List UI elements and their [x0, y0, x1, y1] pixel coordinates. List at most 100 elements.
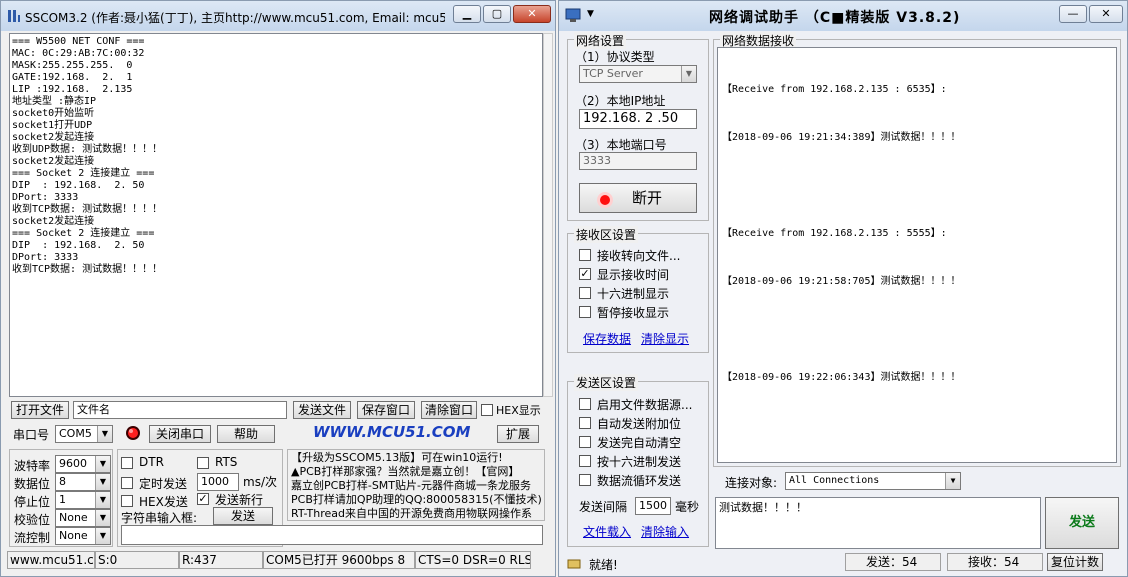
auto-append-checkbox[interactable]	[579, 417, 591, 429]
netassist-title: 网络调试助手 （C■精装版 V3.8.2)	[709, 10, 961, 26]
port-select[interactable]: COM5 ▼	[55, 425, 113, 443]
show-recv-time-label: 显示接收时间	[597, 268, 670, 282]
hex-display-checkbox[interactable]	[481, 404, 493, 416]
recv-line	[722, 178, 1112, 194]
send-file-button[interactable]: 发送文件	[293, 401, 351, 419]
databits-select[interactable]: 8 ▼	[55, 473, 111, 491]
chevron-down-icon[interactable]: ▼	[95, 474, 110, 490]
loop-send-checkbox[interactable]	[579, 474, 591, 486]
baud-label: 波特率	[14, 459, 51, 473]
ad-line[interactable]: RT-Thread来自中国的开源免费商用物联网操作系	[291, 507, 543, 521]
local-ip-input[interactable]: 192.168. 2 .50	[579, 109, 697, 129]
status-ready: 就绪!	[589, 558, 618, 572]
open-file-button[interactable]: 打开文件	[11, 401, 69, 419]
string-input[interactable]	[121, 525, 543, 545]
chevron-down-icon[interactable]: ▼	[95, 528, 110, 544]
parity-select[interactable]: None ▼	[55, 509, 111, 527]
clear-input-link[interactable]: 清除输入	[641, 523, 689, 540]
send-button[interactable]: 发送	[213, 507, 273, 525]
port-label: 串口号	[13, 428, 50, 442]
send-interval-input[interactable]: 1500	[635, 497, 671, 515]
pause-recv-checkbox[interactable]	[579, 306, 591, 318]
dtr-checkbox[interactable]	[121, 457, 133, 469]
baud-select[interactable]: 9600 ▼	[55, 455, 111, 473]
reset-count-button[interactable]: 复位计数	[1047, 553, 1103, 571]
auto-append-label: 自动发送附加位	[597, 417, 682, 431]
period-input[interactable]: 1000	[197, 473, 239, 491]
timed-send-label: 定时发送	[139, 477, 188, 491]
save-data-link[interactable]: 保存数据	[583, 330, 631, 347]
stopbits-select[interactable]: 1 ▼	[55, 491, 111, 509]
local-port-input[interactable]: 3333	[579, 152, 697, 170]
maximize-button[interactable]: ▢	[483, 5, 511, 23]
help-button[interactable]: 帮助	[217, 425, 275, 443]
chevron-down-icon[interactable]: ▼	[95, 492, 110, 508]
recv-line: 【2018-09-06 19:22:06:343】测试数据！！！！	[722, 372, 961, 383]
sscom-title: SSCOM3.2 (作者:聂小猛(丁丁), 主页http://www.mcu51…	[25, 11, 445, 25]
stopbits-value: 1	[59, 493, 66, 506]
recv-line: 【2018-09-06 19:21:34:389】测试数据！！！！	[722, 132, 961, 143]
ad-line[interactable]: ▲PCB打样那家强？当然就是嘉立创！【官网】	[291, 465, 543, 479]
baud-value: 9600	[59, 457, 87, 470]
file-load-link[interactable]: 文件载入	[583, 523, 631, 540]
chevron-down-icon[interactable]: ▼	[95, 510, 110, 526]
disconnect-button[interactable]: 断开	[579, 183, 697, 213]
send-data-area[interactable]: 测试数据！！！！	[715, 497, 1041, 549]
parity-label: 校验位	[14, 513, 51, 527]
expand-button[interactable]: 扩展	[497, 425, 539, 443]
auto-clear-checkbox[interactable]	[579, 436, 591, 448]
netassist-app-icon	[565, 7, 581, 23]
status-recv-count: R:437	[179, 551, 263, 569]
loop-send-label: 数据流循环发送	[597, 474, 682, 488]
rts-checkbox[interactable]	[197, 457, 209, 469]
system-menu-arrow-icon[interactable]: ▼	[587, 9, 594, 19]
clear-display-link[interactable]: 清除显示	[641, 330, 689, 347]
chevron-down-icon[interactable]: ▼	[95, 456, 110, 472]
flow-select[interactable]: None ▼	[55, 527, 111, 545]
auto-clear-label: 发送完自动清空	[597, 436, 682, 450]
file-source-checkbox[interactable]	[579, 398, 591, 410]
status-sent-count: S:0	[95, 551, 179, 569]
ad-line[interactable]: 【升级为SSCOM5.13版】可在win10运行!	[291, 451, 543, 465]
output-vertical-scrollbar[interactable]	[543, 33, 553, 397]
send-newline-checkbox[interactable]: ✓	[197, 493, 209, 505]
serial-output-area[interactable]: === W5500 NET CONF === MAC: 0C:29:AB:7C:…	[9, 33, 543, 397]
status-icon	[567, 557, 581, 571]
clear-window-button[interactable]: 清除窗口	[421, 401, 477, 419]
status-site[interactable]: www.mcu51.cor	[7, 551, 95, 569]
close-port-button[interactable]: 关闭串口	[149, 425, 211, 443]
minimize-button[interactable]: ▁	[453, 5, 481, 23]
chevron-down-icon[interactable]: ▼	[945, 473, 960, 489]
close-button[interactable]: ✕	[1089, 5, 1123, 23]
protocol-select[interactable]: TCP Server ▼	[579, 65, 697, 83]
recv-line: 【2018-09-06 19:21:58:705】测试数据！！！！	[722, 276, 961, 287]
send-interval-label: 发送间隔	[579, 500, 628, 514]
save-window-button[interactable]: 保存窗口	[357, 401, 415, 419]
connection-select[interactable]: All Connections ▼	[785, 472, 961, 490]
recv-data-area[interactable]: 【Receive from 192.168.2.135 : 6535】: 【20…	[717, 47, 1117, 463]
close-button[interactable]: ✕	[513, 5, 551, 23]
hex-send-checkbox[interactable]	[579, 455, 591, 467]
net-send-button[interactable]: 发送	[1045, 497, 1119, 549]
databits-value: 8	[59, 475, 66, 488]
sscom-titlebar[interactable]: SSCOM3.2 (作者:聂小猛(丁丁), 主页http://www.mcu51…	[1, 1, 555, 31]
hex-display-checkbox[interactable]	[579, 287, 591, 299]
send-count: 发送：54	[845, 553, 941, 571]
hex-display-label: 十六进制显示	[597, 287, 670, 301]
period-unit: ms/次	[243, 475, 277, 489]
timed-send-checkbox[interactable]	[121, 477, 133, 489]
recv-to-file-checkbox[interactable]	[579, 249, 591, 261]
protocol-value: TCP Server	[583, 67, 643, 80]
hex-send-checkbox[interactable]	[121, 495, 133, 507]
parity-value: None	[59, 511, 88, 524]
filename-input[interactable]: 文件名	[73, 401, 287, 419]
dtr-label: DTR	[139, 455, 164, 469]
recv-line: 【Receive from 192.168.2.135 : 6535】:	[722, 84, 947, 95]
ad-line[interactable]: 嘉立创PCB打样-SMT贴片-元器件商城一条龙服务	[291, 479, 543, 493]
minimize-button[interactable]: —	[1059, 5, 1087, 23]
ad-line[interactable]: PCB打样请加QP助理的QQ:800058315(不懂技术)	[291, 493, 543, 507]
show-recv-time-checkbox[interactable]: ✓	[579, 268, 591, 280]
chevron-down-icon[interactable]: ▼	[97, 426, 112, 442]
chevron-down-icon[interactable]: ▼	[681, 66, 696, 82]
netassist-titlebar[interactable]: ▼ 网络调试助手 （C■精装版 V3.8.2) — ✕	[559, 1, 1127, 31]
